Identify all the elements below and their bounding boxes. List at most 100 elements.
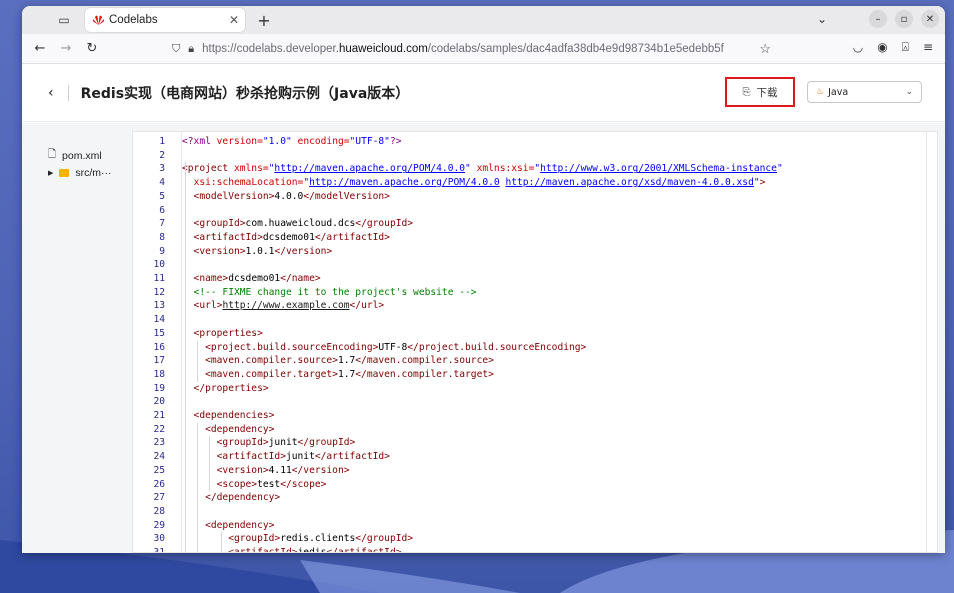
code-token: com.huaweicloud.dcs [245, 218, 356, 230]
code-line: <artifactId>junit</artifactId> [182, 450, 390, 464]
chevron-down-icon: ⌄ [905, 87, 913, 97]
code-token: <dependency> [182, 519, 275, 531]
code-token: <project.build.sourceEncoding> [182, 341, 379, 353]
menu-icon[interactable]: ≡ [923, 40, 933, 55]
download-icon: ⎘ [742, 86, 751, 98]
shield-icon[interactable]: ⛉ [172, 43, 180, 56]
code-token: http://www.example.com [222, 300, 350, 312]
code-token: </groupId> [297, 437, 356, 449]
browser-tab[interactable]: Codelabs ✕ [85, 8, 245, 32]
code-line: <dependency> [182, 519, 274, 533]
new-tab-button[interactable]: + [255, 11, 273, 30]
code-line: <dependency> [182, 423, 274, 437]
code-line: <!-- FIXME change it to the project's we… [182, 286, 477, 300]
code-token: </scope> [280, 478, 327, 490]
code-token: <version> [182, 464, 269, 476]
header-divider [67, 84, 69, 101]
language-select[interactable]: ♨ Java ⌄ [807, 81, 922, 103]
line-number: 5 [159, 190, 165, 202]
code-token: <?xml [182, 136, 217, 147]
tab-strip: ▭ Codelabs ✕ + ⌄ – ▫ ✕ [22, 6, 945, 34]
code-area[interactable]: <?xml version="1.0" encoding="UTF-8"?> <p… [181, 132, 937, 552]
close-tab-icon[interactable]: ✕ [229, 13, 239, 27]
code-token: </version> [274, 245, 333, 257]
code-token: xmlns= [233, 163, 269, 175]
download-label: 下载 [756, 86, 778, 99]
line-number: 3 [159, 163, 165, 175]
maximize-button[interactable]: ▫ [895, 10, 913, 28]
indent-guide [221, 532, 222, 552]
minimize-button[interactable]: – [869, 10, 887, 28]
code-token: <url> [182, 300, 223, 312]
code-token: http://www.w3.org/2001/XMLSchema-instanc… [540, 163, 777, 175]
code-line: <version>4.11</version> [182, 464, 350, 478]
line-number: 2 [159, 149, 165, 161]
code-token: <scope> [182, 478, 258, 490]
url-bar[interactable]: ⛉ 🔒︎ https://codelabs.developer. huaweicl… [172, 38, 771, 60]
extensions-icon[interactable]: ⍓ [902, 40, 909, 55]
code-token: 1.7 [337, 368, 356, 380]
code-token: "1.0" [262, 136, 292, 147]
code-line: <maven.compiler.target>1.7</maven.compil… [182, 368, 494, 382]
code-token: 4.0.0 [274, 190, 304, 202]
code-line: <?xml version="1.0" encoding="UTF-8"?> [182, 135, 402, 149]
code-token: </url> [349, 300, 385, 312]
java-icon: ♨ [816, 87, 825, 97]
line-number: 24 [153, 451, 165, 463]
url-prefix: https://codelabs.developer. [202, 43, 339, 55]
bookmark-star-icon[interactable]: ☆ [759, 41, 771, 57]
file-item-pom[interactable]: 🗋︎ pom.xml [48, 147, 102, 164]
browser-window: ▭ Codelabs ✕ + ⌄ – ▫ ✕ ← → ↻ ⛉ 🔒︎ https:… [22, 6, 945, 553]
code-token: UTF-8 [378, 341, 408, 353]
code-token: <maven.compiler.target> [182, 368, 338, 380]
line-number: 15 [153, 327, 165, 339]
code-line: <project xmlns= " http://maven.apache.org/… [182, 162, 783, 176]
url-path: /codelabs/samples/dac4adfa38db4e9d98734b… [427, 43, 724, 55]
expand-arrow-icon[interactable]: ▶ [48, 169, 53, 177]
download-button[interactable]: ⎘ 下载 [725, 77, 795, 107]
indent-guide [209, 436, 210, 492]
code-token: </maven.compiler.source> [355, 355, 494, 367]
code-token: </name> [280, 273, 321, 284]
line-number: 13 [153, 300, 165, 312]
page-header: ‹ Redis实现（电商网站）秒杀抢购示例（Java版本） ⎘ 下载 ♨ Jav… [22, 64, 945, 122]
back-arrow-icon[interactable]: ‹ [48, 85, 54, 101]
language-selected: Java [828, 86, 849, 98]
code-token: test [257, 478, 281, 490]
reload-button[interactable]: ↻ [82, 41, 102, 56]
code-token: encoding= [297, 136, 350, 147]
line-number: 12 [153, 286, 165, 298]
code-line: <scope>test</scope> [182, 478, 327, 492]
code-token: xmlns:xsi= [476, 163, 535, 175]
code-line: <groupId>redis.clients</groupId> [182, 532, 413, 546]
code-token: xsi:schemaLocation= [193, 177, 304, 189]
code-line: <groupId>junit</groupId> [182, 436, 356, 450]
folder-item-src[interactable]: ▶ src/m··· [48, 167, 112, 179]
line-number: 20 [153, 396, 165, 408]
code-token: http://maven.apache.org/POM/4.0.0 [274, 163, 466, 175]
url-host: huaweicloud.com [338, 43, 428, 55]
lock-icon[interactable]: 🔒︎ [188, 43, 194, 56]
code-token: <name> [182, 273, 229, 284]
line-number: 4 [159, 177, 165, 189]
indent-guide [185, 162, 186, 552]
pocket-icon[interactable]: ◡ [853, 40, 863, 55]
line-number: 21 [153, 410, 165, 421]
account-icon[interactable]: ◉ [877, 40, 887, 55]
code-token: </artifactId> [314, 451, 390, 463]
file-icon: 🗋︎ [48, 149, 57, 160]
code-token: </version> [291, 464, 350, 476]
tab-list-icon[interactable]: ▭ [53, 9, 75, 31]
code-line: xsi:schemaLocation="http://maven.apache.… [182, 176, 766, 190]
line-number: 16 [153, 341, 165, 353]
code-line: <properties> [182, 327, 263, 341]
code-token: jedis [297, 547, 327, 553]
code-editor[interactable]: 1 2 3 4 5 6 7 8 9 10 11 12 13 14 15 16 17 18 19 20 21 22 23 24 2… [132, 131, 938, 553]
back-button[interactable]: ← [30, 41, 50, 56]
code-token: 1.7 [337, 355, 356, 367]
close-window-button[interactable]: ✕ [921, 10, 939, 28]
tab-title: Codelabs [109, 14, 158, 26]
forward-button[interactable]: → [56, 41, 76, 56]
code-token: redis.clients [280, 533, 356, 545]
chevron-down-icon[interactable]: ⌄ [817, 12, 827, 26]
